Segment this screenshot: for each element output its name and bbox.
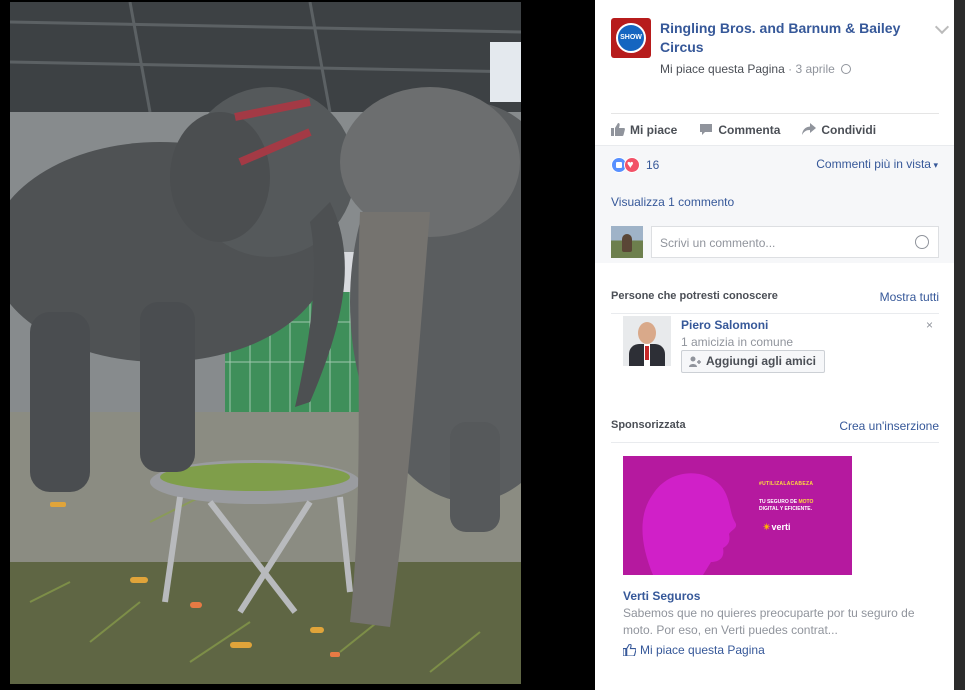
add-friend-icon [689, 356, 701, 367]
view-comments-link[interactable]: Visualizza 1 commento [611, 195, 734, 209]
add-friend-button[interactable]: Aggiungi agli amici [681, 350, 826, 373]
close-icon[interactable]: × [926, 318, 933, 332]
comment-icon [700, 124, 713, 135]
comment-sort-dropdown[interactable]: Commenti più in vista [816, 157, 938, 171]
thumbs-up-icon [623, 644, 636, 656]
globe-icon [841, 64, 852, 74]
pymk-card: Piero Salomoni 1 amicizia in comune Aggi… [623, 316, 933, 373]
meta-separator: · [788, 62, 793, 76]
sponsored-title-row: Sponsorizzata Crea un'inserzione [611, 419, 939, 443]
ad-hashtag: #UTILIZALACABEZA [759, 481, 814, 487]
ad-like-page-button[interactable]: Mi piace questa Pagina [623, 643, 765, 657]
tie-shape [645, 346, 649, 360]
ad-tagline: TU SEGURO DE MOTO DIGITAL Y EFICIENTE. [759, 499, 813, 513]
ad-copy-post: DIGITAL Y EFICIENTE. [759, 506, 812, 512]
share-button[interactable]: Condividi [802, 123, 876, 137]
advertiser-link[interactable]: Verti Seguros [623, 589, 700, 603]
sponsored-header: Sponsorizzata Crea un'inserzione [611, 419, 939, 443]
mutual-friends-text[interactable]: 1 amicizia in comune [681, 335, 793, 349]
chevron-down-icon[interactable] [934, 19, 950, 35]
post-meta: Mi piace questa Pagina · 3 aprile [660, 62, 852, 76]
user-avatar[interactable] [611, 226, 643, 258]
reactions-summary[interactable]: 16 [611, 157, 659, 173]
ad-copy-pre: TU SEGURO DE [759, 499, 799, 505]
photo-illustration [10, 2, 521, 684]
ad-image[interactable]: #UTILIZALACABEZA TU SEGURO DE MOTO DIGIT… [623, 456, 852, 575]
post-actions-bar: Mi piace Commenta Condividi [611, 113, 939, 145]
like-button[interactable]: Mi piace [611, 123, 677, 137]
see-all-link[interactable]: Mostra tutti [880, 290, 939, 304]
create-ad-link[interactable]: Crea un'inserzione [839, 419, 939, 433]
photo-viewer [0, 0, 595, 690]
head-silhouette [642, 473, 737, 575]
emoji-icon[interactable] [915, 235, 929, 249]
person-name-link[interactable]: Piero Salomoni [681, 318, 768, 332]
like-label: Mi piace [630, 122, 678, 137]
comment-input[interactable]: Scrivi un commento... [651, 226, 939, 258]
post-header: SHOW Ringling Bros. and Barnum & Bailey … [611, 18, 950, 78]
comment-button[interactable]: Commenta [699, 123, 780, 137]
elephants-photo[interactable] [10, 2, 521, 684]
ad-description: Sabemos que no quieres preocuparte por t… [623, 606, 915, 637]
ad-copy-highlight: MOTO [798, 499, 814, 505]
avatar-text: SHOW [620, 34, 642, 41]
liked-page-link[interactable]: Mi piace questa Pagina [660, 62, 785, 76]
people-you-may-know-header: Persone che potresti conoscere Mostra tu… [611, 290, 939, 314]
scrollbar-edge [954, 0, 965, 690]
person-avatar[interactable] [623, 316, 671, 366]
verti-logo: verti [763, 522, 791, 533]
head-shape [638, 322, 656, 344]
reaction-count: 16 [646, 158, 660, 172]
comment-label: Commenta [718, 122, 781, 137]
thumbs-up-icon [611, 123, 625, 136]
comment-composer: Scrivi un commento... [611, 226, 939, 258]
add-friend-label: Aggiungi agli amici [706, 354, 817, 368]
page-name-link[interactable]: Ringling Bros. and Barnum & Bailey Circu… [660, 19, 920, 57]
love-reaction-icon [624, 157, 640, 173]
comments-area: 16 Commenti più in vista Visualizza 1 co… [595, 145, 954, 263]
page-avatar[interactable]: SHOW [611, 18, 651, 58]
circus-logo: SHOW [616, 23, 646, 53]
share-icon [802, 123, 817, 135]
post-side-panel: SHOW Ringling Bros. and Barnum & Bailey … [595, 0, 954, 690]
post-date[interactable]: 3 aprile [795, 62, 834, 76]
pymk-title-row: Persone che potresti conoscere Mostra tu… [611, 290, 939, 314]
pymk-title: Persone che potresti conoscere [611, 290, 778, 302]
ad-like-label: Mi piace questa Pagina [640, 643, 765, 657]
sponsored-title: Sponsorizzata [611, 419, 686, 431]
share-label: Condividi [821, 122, 877, 137]
